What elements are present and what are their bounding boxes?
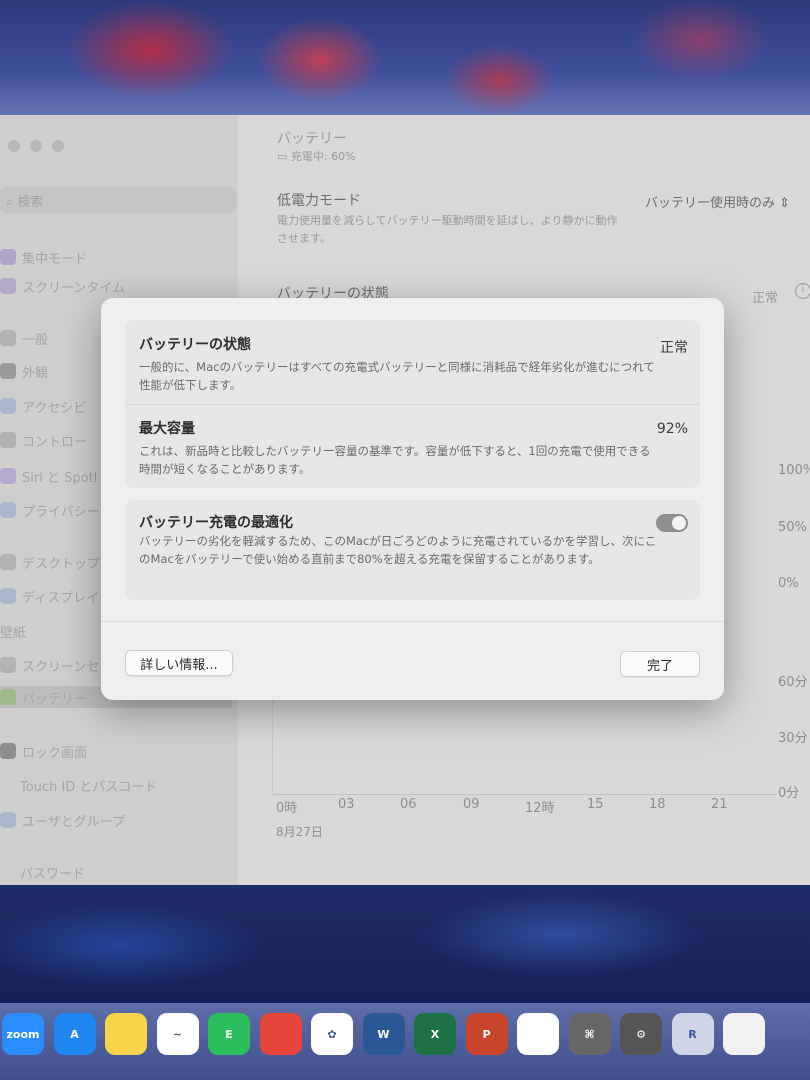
evernote-icon[interactable]: E: [208, 1013, 250, 1055]
battery-health-row-value: 正常: [660, 340, 688, 356]
minimize-window-icon[interactable]: [30, 140, 42, 152]
search-input[interactable]: ⌕ 検索: [0, 187, 236, 213]
sidebar-item-privacy[interactable]: プライバシー: [0, 499, 100, 521]
chart-date: 8月27日: [276, 825, 323, 839]
optimize-charging-desc: バッテリーの劣化を軽減するため、このMacが日ごろどのように充電されているかを学…: [139, 534, 657, 566]
done-button[interactable]: 完了: [620, 651, 700, 677]
hand-icon: [0, 502, 16, 518]
system-settings-icon[interactable]: ⚙: [620, 1013, 662, 1055]
sidebar-item-wallpaper[interactable]: 壁紙: [0, 620, 26, 642]
x-axis-label: 09: [463, 797, 480, 812]
appearance-icon: [0, 363, 16, 379]
battery-small-icon: ▭: [277, 150, 291, 163]
sidebar-item-focus[interactable]: 集中モード: [0, 246, 87, 268]
document-icon[interactable]: [723, 1013, 765, 1055]
battery-health-value: 正常: [752, 291, 779, 306]
zoom-icon[interactable]: zoom: [2, 1013, 44, 1055]
photos-icon[interactable]: ✿: [311, 1013, 353, 1055]
hourglass-icon: [0, 278, 16, 294]
notes-icon[interactable]: [105, 1013, 147, 1055]
sidebar-item-screentime[interactable]: スクリーンタイム: [0, 275, 125, 297]
shortcuts-icon[interactable]: ⌘: [568, 1013, 611, 1055]
sidebar-item-desktop[interactable]: デスクトップ: [0, 551, 100, 573]
optimize-charging-toggle[interactable]: [656, 514, 688, 532]
x-axis-label: 12時: [525, 801, 555, 816]
y-axis-label: 0分: [778, 786, 800, 801]
display-icon: [0, 588, 16, 604]
siri-icon: [0, 468, 16, 484]
optimization-card: バッテリー充電の最適化 バッテリーの劣化を軽減するため、このMacが日ごろどのよ…: [125, 500, 700, 600]
low-power-desc: 電力使用量を減らしてバッテリー駆動時間を延ばし、より静かに動作させます。: [277, 214, 618, 245]
x-axis-label: 06: [400, 797, 417, 812]
page-title: バッテリー: [277, 131, 347, 147]
sidebar-item-screensaver[interactable]: スクリーンセ: [0, 654, 99, 676]
low-power-title: 低電力モード: [277, 193, 361, 209]
x-axis-label: 03: [338, 797, 355, 812]
sidebar-item-users[interactable]: ユーザとグループ: [0, 809, 125, 831]
x-axis-label: 0時: [276, 801, 298, 816]
chevron-updown-icon: ⇕: [779, 196, 791, 211]
sidebar-item-control-center[interactable]: コントロー: [0, 429, 87, 451]
row-divider: [125, 404, 700, 405]
word-icon[interactable]: W: [362, 1013, 405, 1055]
max-capacity-desc: これは、新品時と比較したバッテリー容量の基準です。容量が低下すると、1回の充電で…: [139, 444, 651, 476]
moon-icon: [0, 249, 16, 265]
freeform-icon[interactable]: ~: [156, 1013, 199, 1055]
control-center-icon: [0, 432, 16, 448]
battery-icon: [0, 689, 16, 705]
accessibility-icon: [0, 398, 16, 414]
r-app-icon[interactable]: R: [671, 1013, 714, 1055]
y-axis-label: 50%: [778, 520, 807, 535]
sidebar-item-lock-screen[interactable]: ロック画面: [0, 740, 87, 762]
sidebar-item-passwords[interactable]: パスワード: [20, 861, 85, 883]
battery-health-row-title: バッテリーの状態: [139, 337, 251, 353]
info-icon[interactable]: i: [795, 283, 810, 299]
more-info-button[interactable]: 詳しい情報...: [125, 650, 233, 676]
excel-icon[interactable]: X: [414, 1013, 456, 1055]
sidebar-item-appearance[interactable]: 外観: [0, 360, 48, 382]
search-icon: ⌕: [6, 195, 18, 210]
charge-status: ▭ 充電中: 60%: [277, 150, 356, 163]
optimize-charging-title: バッテリー充電の最適化: [139, 515, 293, 531]
close-window-icon[interactable]: [8, 140, 20, 152]
zoom-window-icon[interactable]: [52, 140, 64, 152]
chrome-icon[interactable]: [259, 1013, 302, 1055]
info-card: バッテリーの状態 正常 一般的に、Macのバッテリーはすべての充電式バッテリーと…: [125, 320, 700, 488]
sidebar-item-displays[interactable]: ディスプレイ: [0, 585, 99, 607]
sidebar-item-touch-id[interactable]: Touch ID とパスコード: [20, 774, 157, 796]
max-capacity-title: 最大容量: [139, 421, 195, 437]
y-axis-label: 60分: [778, 675, 808, 690]
sidebar-item-general[interactable]: 一般: [0, 327, 48, 349]
x-axis-label: 18: [649, 797, 666, 812]
low-power-select[interactable]: バッテリー使用時のみ ⇕: [645, 192, 790, 211]
lock-icon: [0, 743, 16, 759]
x-axis-label: 15: [587, 797, 604, 812]
y-axis-label: 0%: [778, 576, 799, 591]
y-axis-label: 30分: [778, 731, 808, 746]
users-icon: [0, 812, 16, 828]
footer-divider: [101, 621, 724, 622]
screensaver-icon: [0, 657, 16, 673]
battery-health-row-desc: 一般的に、Macのバッテリーはすべての充電式バッテリーと同様に消耗品で経年劣化が…: [139, 360, 655, 392]
x-axis-label: 21: [711, 797, 728, 812]
desktop-icon: [0, 554, 16, 570]
desktop-wallpaper-bottom: [0, 885, 810, 1010]
affinity-icon[interactable]: [517, 1013, 559, 1055]
sidebar-item-accessibility[interactable]: アクセシビ: [0, 395, 86, 417]
sidebar-item-siri[interactable]: Siri と Spotl: [0, 465, 97, 487]
desktop-wallpaper: [0, 0, 810, 120]
gear-icon: [0, 330, 16, 346]
max-capacity-value: 92%: [656, 421, 688, 437]
powerpoint-icon[interactable]: P: [465, 1013, 508, 1055]
y-axis-label: 100%: [778, 463, 810, 478]
battery-health-dialog: バッテリーの状態 正常 一般的に、Macのバッテリーはすべての充電式バッテリーと…: [101, 298, 724, 700]
app-store-icon[interactable]: A: [53, 1013, 96, 1055]
